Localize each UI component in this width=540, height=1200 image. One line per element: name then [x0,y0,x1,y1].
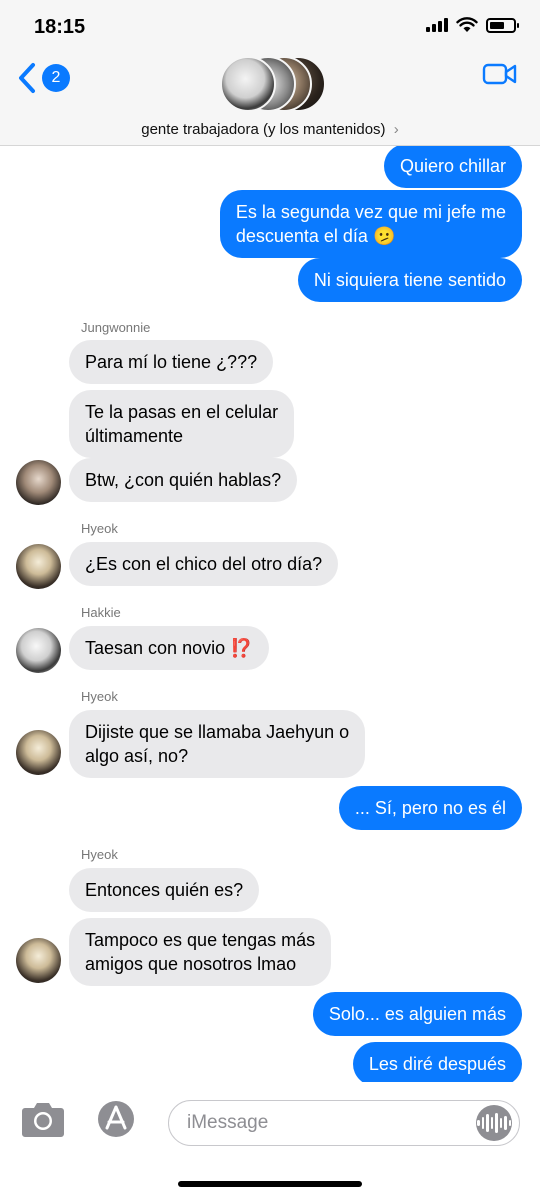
camera-button[interactable] [21,1100,65,1143]
back-chevron-icon [19,63,35,93]
message-line: descuenta el día 🫤 [235,226,396,246]
avatar[interactable] [16,938,61,983]
camera-icon [22,1103,64,1137]
message-line: Es la segunda vez que mi jefe me [235,202,506,222]
avatar[interactable] [16,544,61,589]
message-line: Te la pasas en el celular [85,402,279,422]
battery-icon [486,17,519,33]
message-line: Tampoco es que tengas más [85,930,316,950]
compose-bar [0,1082,540,1200]
back-button[interactable]: 2 [18,62,70,94]
sender-name: Hyeok [81,521,118,536]
message-line: últimamente [85,426,184,446]
audio-waveform-icon [477,1113,511,1133]
video-camera-icon [482,63,517,85]
app-store-button[interactable] [93,1100,137,1138]
message-bubble-outgoing[interactable]: ... Sí, pero no es él [338,786,522,830]
sender-name: Jungwonnie [81,320,151,335]
status-icons [426,17,519,33]
message-bubble-incoming[interactable]: Te la pasas en el celular últimamente [69,390,295,458]
sender-name: Hyeok [81,847,118,862]
chevron-right-icon: › [393,121,399,138]
avatar[interactable] [16,730,61,775]
group-name-label: gente trabajadora (y los mantenidos) [141,121,386,138]
message-bubble-outgoing[interactable]: Quiero chillar [383,146,522,188]
status-time: 18:15 [34,16,86,38]
message-bubble-incoming[interactable]: Entonces quién es? [69,868,260,912]
group-avatar-stack[interactable] [220,56,330,114]
message-bubble-incoming[interactable]: Taesan con novio ⁉️ [69,626,269,670]
unread-count-badge: 2 [42,64,70,92]
signal-icon [426,18,448,32]
message-bubble-outgoing[interactable]: Solo... es alguien más [312,992,522,1036]
message-bubble-incoming[interactable]: ¿Es con el chico del otro día? [69,542,339,586]
message-list[interactable]: Quiero chillar Es la segunda vez que mi … [0,146,540,1082]
group-name[interactable]: gente trabajadora (y los mantenidos) › [0,121,540,138]
imessage-input[interactable] [168,1100,520,1146]
video-call-button[interactable] [482,62,518,91]
message-line: Dijiste que se llamaba Jaehyun o [85,722,350,742]
avatar[interactable] [16,628,61,673]
audio-record-button[interactable] [476,1105,512,1141]
message-bubble-incoming[interactable]: Btw, ¿con quién hablas? [69,458,298,502]
message-line: amigos que nosotros lmao [85,954,297,974]
conversation-header: 18:15 2 gente trabajadora (y los manteni… [0,0,540,146]
sender-name: Hyeok [81,689,118,704]
message-bubble-incoming[interactable]: Tampoco es que tengas más amigos que nos… [69,918,332,986]
sender-name: Hakkie [81,605,121,620]
message-bubble-outgoing[interactable]: Les diré después [352,1042,522,1082]
message-bubble-outgoing[interactable]: Es la segunda vez que mi jefe me descuen… [219,190,522,258]
home-indicator [178,1181,362,1187]
message-bubble-outgoing[interactable]: Ni siquiera tiene sentido [297,258,522,302]
app-store-icon [98,1101,134,1137]
message-line: algo así, no? [85,746,189,766]
avatar[interactable] [16,460,61,505]
message-bubble-incoming[interactable]: Para mí lo tiene ¿??? [69,340,274,384]
wifi-icon [456,17,478,32]
message-bubble-incoming[interactable]: Dijiste que se llamaba Jaehyun o algo as… [69,710,366,778]
